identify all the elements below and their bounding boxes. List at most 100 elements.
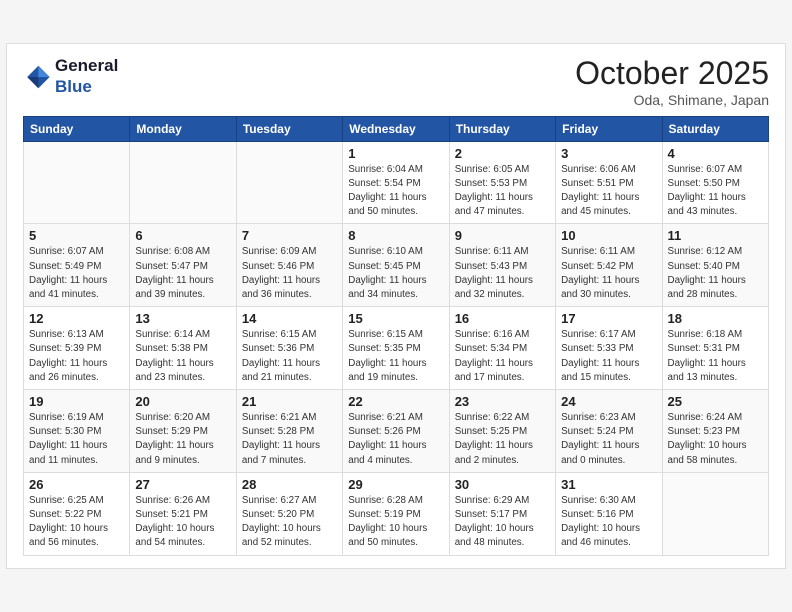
day-info: Sunrise: 6:11 AM Sunset: 5:43 PM Dayligh… bbox=[455, 245, 550, 302]
day-cell: 18Sunrise: 6:18 AM Sunset: 5:31 PM Dayli… bbox=[662, 307, 768, 390]
day-cell: 26Sunrise: 6:25 AM Sunset: 5:22 PM Dayli… bbox=[24, 472, 130, 555]
day-cell: 24 Sunrise: 6:23 AM Sunset: 5:24 PM Dayli… bbox=[556, 390, 662, 473]
day-number: 31 bbox=[561, 477, 656, 492]
day-info: Sunrise: 6:08 AM Sunset: 5:47 PM Dayligh… bbox=[135, 245, 230, 302]
week-row-3: 19 Sunrise: 6:19 AM Sunset: 5:30 PM Dayli… bbox=[24, 390, 769, 473]
logo: General Blue bbox=[23, 56, 118, 97]
day-cell: 8 Sunrise: 6:10 AM Sunset: 5:45 PM Daylig… bbox=[343, 224, 449, 307]
day-cell: 10 Sunrise: 6:11 AM Sunset: 5:42 PM Dayli… bbox=[556, 224, 662, 307]
day-info: Sunrise: 6:10 AM Sunset: 5:45 PM Dayligh… bbox=[348, 245, 443, 302]
day-info: Sunrise: 6:24 AM Sunset: 5:23 PM Dayligh… bbox=[668, 411, 763, 468]
day-cell: 15 Sunrise: 6:15 AM Sunset: 5:35 PM Dayli… bbox=[343, 307, 449, 390]
day-cell: 17Sunrise: 6:17 AM Sunset: 5:33 PM Dayli… bbox=[556, 307, 662, 390]
day-info: Sunrise: 6:23 AM Sunset: 5:24 PM Dayligh… bbox=[561, 411, 656, 468]
week-row-0: 1 Sunrise: 6:04 AM Sunset: 5:54 PM Daylig… bbox=[24, 141, 769, 224]
day-info: Sunrise: 6:15 AM Sunset: 5:35 PM Dayligh… bbox=[348, 328, 443, 385]
day-cell: 30 Sunrise: 6:29 AM Sunset: 5:17 PM Dayli… bbox=[449, 472, 555, 555]
day-cell: 31 Sunrise: 6:30 AM Sunset: 5:16 PM Dayli… bbox=[556, 472, 662, 555]
day-cell: 27 Sunrise: 6:26 AM Sunset: 5:21 PM Dayli… bbox=[130, 472, 236, 555]
day-info: Sunrise: 6:07 AM Sunset: 5:49 PM Dayligh… bbox=[29, 245, 124, 302]
week-row-2: 12 Sunrise: 6:13 AM Sunset: 5:39 PM Dayli… bbox=[24, 307, 769, 390]
day-number: 23 bbox=[455, 394, 550, 409]
day-number: 30 bbox=[455, 477, 550, 492]
day-cell: 29 Sunrise: 6:28 AM Sunset: 5:19 PM Dayli… bbox=[343, 472, 449, 555]
calendar-container: General Blue October 2025 Oda, Shimane, … bbox=[6, 43, 786, 568]
day-number: 4 bbox=[668, 146, 763, 161]
day-number: 15 bbox=[348, 311, 443, 326]
day-info: Sunrise: 6:12 AM Sunset: 5:40 PM Dayligh… bbox=[668, 245, 763, 302]
day-cell: 22 Sunrise: 6:21 AM Sunset: 5:26 PM Dayli… bbox=[343, 390, 449, 473]
day-number: 16 bbox=[455, 311, 550, 326]
day-info: Sunrise: 6:21 AM Sunset: 5:26 PM Dayligh… bbox=[348, 411, 443, 468]
day-info: Sunrise: 6:27 AM Sunset: 5:20 PM Dayligh… bbox=[242, 494, 337, 551]
day-info: Sunrise: 6:20 AM Sunset: 5:29 PM Dayligh… bbox=[135, 411, 230, 468]
day-info: Sunrise: 6:30 AM Sunset: 5:16 PM Dayligh… bbox=[561, 494, 656, 551]
day-info: Sunrise: 6:19 AM Sunset: 5:30 PM Dayligh… bbox=[29, 411, 124, 468]
day-cell: 23 Sunrise: 6:22 AM Sunset: 5:25 PM Dayli… bbox=[449, 390, 555, 473]
day-info: Sunrise: 6:21 AM Sunset: 5:28 PM Dayligh… bbox=[242, 411, 337, 468]
weekday-header-saturday: Saturday bbox=[662, 116, 768, 141]
day-number: 14 bbox=[242, 311, 337, 326]
logo-text: General Blue bbox=[55, 56, 118, 97]
weekday-header-friday: Friday bbox=[556, 116, 662, 141]
location: Oda, Shimane, Japan bbox=[575, 92, 769, 108]
day-info: Sunrise: 6:07 AM Sunset: 5:50 PM Dayligh… bbox=[668, 163, 763, 220]
day-number: 12 bbox=[29, 311, 124, 326]
day-number: 28 bbox=[242, 477, 337, 492]
day-cell: 28 Sunrise: 6:27 AM Sunset: 5:20 PM Dayli… bbox=[236, 472, 342, 555]
day-cell bbox=[130, 141, 236, 224]
day-info: Sunrise: 6:04 AM Sunset: 5:54 PM Dayligh… bbox=[348, 163, 443, 220]
day-cell: 14 Sunrise: 6:15 AM Sunset: 5:36 PM Dayli… bbox=[236, 307, 342, 390]
day-info: Sunrise: 6:29 AM Sunset: 5:17 PM Dayligh… bbox=[455, 494, 550, 551]
day-cell: 6 Sunrise: 6:08 AM Sunset: 5:47 PM Daylig… bbox=[130, 224, 236, 307]
day-cell: 9Sunrise: 6:11 AM Sunset: 5:43 PM Daylig… bbox=[449, 224, 555, 307]
day-number: 22 bbox=[348, 394, 443, 409]
day-info: Sunrise: 6:13 AM Sunset: 5:39 PM Dayligh… bbox=[29, 328, 124, 385]
weekday-header-wednesday: Wednesday bbox=[343, 116, 449, 141]
day-cell: 3Sunrise: 6:06 AM Sunset: 5:51 PM Daylig… bbox=[556, 141, 662, 224]
day-info: Sunrise: 6:16 AM Sunset: 5:34 PM Dayligh… bbox=[455, 328, 550, 385]
day-cell: 19 Sunrise: 6:19 AM Sunset: 5:30 PM Dayli… bbox=[24, 390, 130, 473]
week-row-1: 5Sunrise: 6:07 AM Sunset: 5:49 PM Daylig… bbox=[24, 224, 769, 307]
day-info: Sunrise: 6:22 AM Sunset: 5:25 PM Dayligh… bbox=[455, 411, 550, 468]
day-info: Sunrise: 6:28 AM Sunset: 5:19 PM Dayligh… bbox=[348, 494, 443, 551]
day-cell bbox=[662, 472, 768, 555]
day-number: 24 bbox=[561, 394, 656, 409]
day-cell bbox=[236, 141, 342, 224]
day-number: 6 bbox=[135, 228, 230, 243]
day-number: 29 bbox=[348, 477, 443, 492]
day-cell: 5Sunrise: 6:07 AM Sunset: 5:49 PM Daylig… bbox=[24, 224, 130, 307]
week-row-4: 26Sunrise: 6:25 AM Sunset: 5:22 PM Dayli… bbox=[24, 472, 769, 555]
day-number: 13 bbox=[135, 311, 230, 326]
day-cell: 21 Sunrise: 6:21 AM Sunset: 5:28 PM Dayli… bbox=[236, 390, 342, 473]
weekday-header-monday: Monday bbox=[130, 116, 236, 141]
calendar-grid: SundayMondayTuesdayWednesdayThursdayFrid… bbox=[23, 116, 769, 556]
weekday-header-tuesday: Tuesday bbox=[236, 116, 342, 141]
day-cell: 7Sunrise: 6:09 AM Sunset: 5:46 PM Daylig… bbox=[236, 224, 342, 307]
day-number: 1 bbox=[348, 146, 443, 161]
day-number: 27 bbox=[135, 477, 230, 492]
day-info: Sunrise: 6:26 AM Sunset: 5:21 PM Dayligh… bbox=[135, 494, 230, 551]
day-number: 25 bbox=[668, 394, 763, 409]
day-info: Sunrise: 6:14 AM Sunset: 5:38 PM Dayligh… bbox=[135, 328, 230, 385]
day-number: 8 bbox=[348, 228, 443, 243]
day-number: 3 bbox=[561, 146, 656, 161]
day-info: Sunrise: 6:15 AM Sunset: 5:36 PM Dayligh… bbox=[242, 328, 337, 385]
day-cell: 16 Sunrise: 6:16 AM Sunset: 5:34 PM Dayli… bbox=[449, 307, 555, 390]
title-block: October 2025 Oda, Shimane, Japan bbox=[575, 56, 769, 107]
header: General Blue October 2025 Oda, Shimane, … bbox=[23, 56, 769, 107]
day-number: 11 bbox=[668, 228, 763, 243]
day-cell bbox=[24, 141, 130, 224]
day-number: 10 bbox=[561, 228, 656, 243]
day-cell: 12 Sunrise: 6:13 AM Sunset: 5:39 PM Dayli… bbox=[24, 307, 130, 390]
day-info: Sunrise: 6:11 AM Sunset: 5:42 PM Dayligh… bbox=[561, 245, 656, 302]
day-number: 18 bbox=[668, 311, 763, 326]
weekday-header-thursday: Thursday bbox=[449, 116, 555, 141]
month-title: October 2025 bbox=[575, 56, 769, 91]
day-number: 19 bbox=[29, 394, 124, 409]
day-info: Sunrise: 6:17 AM Sunset: 5:33 PM Dayligh… bbox=[561, 328, 656, 385]
day-info: Sunrise: 6:05 AM Sunset: 5:53 PM Dayligh… bbox=[455, 163, 550, 220]
day-cell: 1 Sunrise: 6:04 AM Sunset: 5:54 PM Daylig… bbox=[343, 141, 449, 224]
weekday-header-sunday: Sunday bbox=[24, 116, 130, 141]
day-number: 21 bbox=[242, 394, 337, 409]
